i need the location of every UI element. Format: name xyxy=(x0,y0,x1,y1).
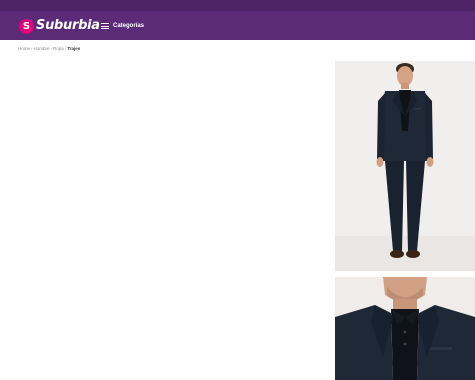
breadcrumb-separator: › xyxy=(31,46,33,51)
breadcrumb-hombre[interactable]: Hombre xyxy=(34,46,50,51)
breadcrumb-home[interactable]: Home xyxy=(18,46,30,51)
breadcrumb-separator: › xyxy=(64,46,67,51)
categories-label: Categorías xyxy=(113,23,145,29)
product-image-closeup[interactable] xyxy=(335,277,475,380)
breadcrumb-ropa[interactable]: Ropa xyxy=(53,46,64,51)
logo-text: Suburbia xyxy=(36,18,100,33)
breadcrumb-separator: › xyxy=(50,46,53,51)
breadcrumb: Home › Hombre › Ropa › Trajes xyxy=(18,46,80,51)
suburbia-logo[interactable]: S Suburbia xyxy=(19,17,100,35)
product-image-full[interactable] xyxy=(335,61,475,271)
top-strip xyxy=(0,0,475,11)
logo-badge: S xyxy=(19,18,34,34)
breadcrumb-current: Trajes xyxy=(67,46,81,51)
hamburger-icon xyxy=(101,23,109,29)
categories-button[interactable]: Categorías xyxy=(101,20,144,32)
